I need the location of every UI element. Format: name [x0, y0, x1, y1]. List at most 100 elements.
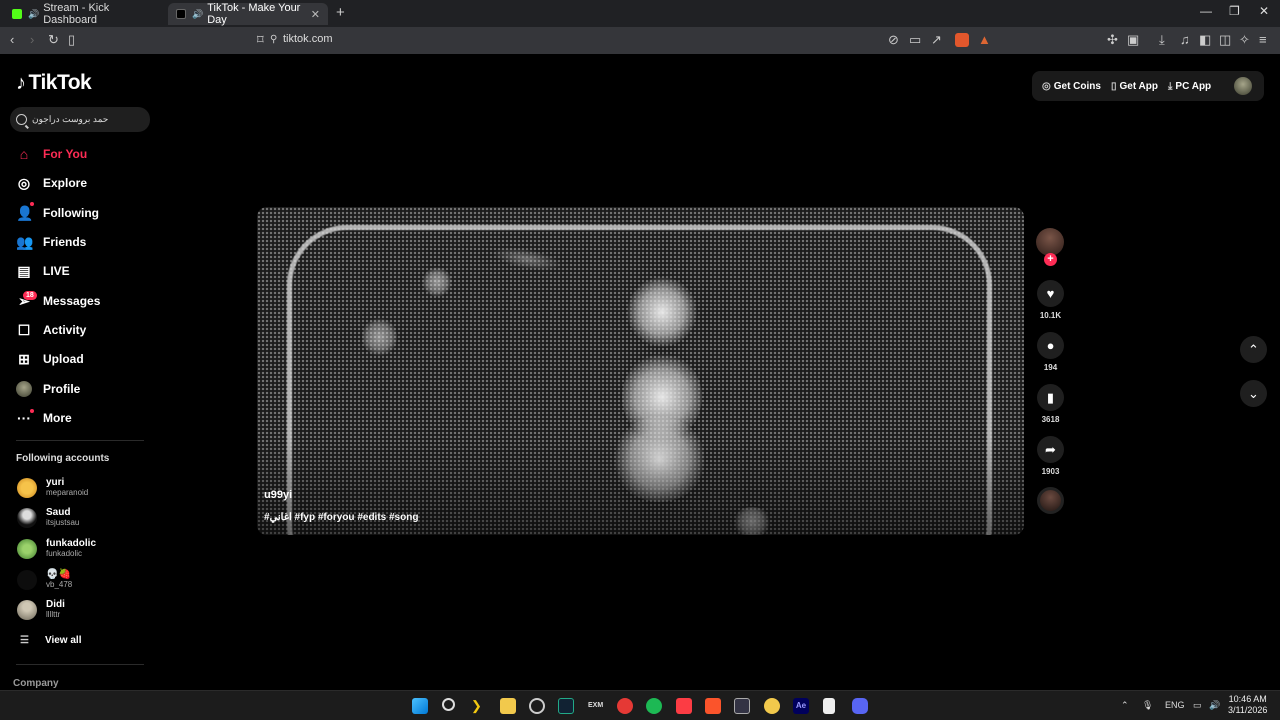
get-app-button[interactable]: ▯ Get App: [1111, 81, 1158, 92]
pc-app-button[interactable]: ⤓ PC App: [1168, 81, 1211, 92]
cast-icon[interactable]: ▭: [909, 32, 921, 48]
chrome-icon[interactable]: [529, 698, 545, 714]
sidebar-item-upload[interactable]: ⊞ Upload: [16, 350, 84, 368]
music-disc-icon[interactable]: [1037, 487, 1064, 514]
logo-text: TikTok: [28, 71, 92, 94]
save-button[interactable]: ▮ 3618: [1037, 384, 1064, 424]
sidebar-item-friends[interactable]: 👥 Friends: [16, 233, 86, 251]
back-icon[interactable]: ‹: [10, 32, 14, 48]
tab-tiktok[interactable]: 🔊 TikTok - Make Your Day ✕: [168, 2, 328, 26]
following-account-saud[interactable]: Saud itsjustsau: [17, 507, 79, 528]
address-bar[interactable]: tiktok.com: [283, 33, 333, 45]
tab-kick-dashboard[interactable]: 🔊 Stream - Kick Dashboard: [4, 2, 166, 26]
upload-icon: ⊞: [18, 350, 30, 367]
document-icon[interactable]: [823, 698, 835, 714]
exm-icon[interactable]: EXM: [588, 698, 604, 714]
sidebar-item-explore[interactable]: ◎ Explore: [16, 174, 87, 192]
brave-icon[interactable]: [705, 698, 721, 714]
following-account-funkadolic[interactable]: funkadolic funkadolic: [17, 538, 96, 559]
search-text: حمد بروست دراجون: [32, 114, 109, 124]
new-tab-icon[interactable]: +: [336, 4, 345, 21]
follow-plus-icon[interactable]: +: [1044, 253, 1057, 266]
volume-icon[interactable]: 🔊: [1209, 700, 1220, 711]
search-icon[interactable]: [442, 698, 455, 711]
sidebar-item-following[interactable]: 👤 Following: [16, 204, 99, 222]
brave-shield-icon[interactable]: [955, 33, 969, 47]
view-all-link[interactable]: ☰ View all: [20, 635, 81, 646]
sidebar-icon[interactable]: ◧: [1199, 32, 1211, 48]
arrow-app-icon[interactable]: ❯: [471, 698, 487, 714]
avatar: [17, 569, 37, 590]
tab-search-icon[interactable]: ▣: [1127, 32, 1139, 48]
discord-icon[interactable]: [852, 698, 868, 714]
spotify-icon[interactable]: [646, 698, 662, 714]
reload-icon[interactable]: ↻: [48, 32, 59, 48]
get-coins-button[interactable]: ◎ Get Coins: [1042, 81, 1101, 92]
next-video-button[interactable]: ⌄: [1240, 380, 1267, 407]
sidebar-item-live[interactable]: ▤ LIVE: [16, 262, 69, 280]
menu-icon[interactable]: ≡: [1259, 32, 1267, 48]
forward-icon[interactable]: ›: [30, 32, 34, 48]
network-icon[interactable]: ▭: [1193, 700, 1202, 711]
chevron-up-icon[interactable]: ⌃: [1121, 700, 1129, 711]
apple-music-icon[interactable]: [676, 698, 692, 714]
emoji-app-icon[interactable]: [764, 698, 780, 714]
video-author[interactable]: u99yi: [264, 489, 292, 501]
following-account-yuri[interactable]: yuri meparanoid: [17, 477, 88, 498]
user-avatar[interactable]: [1234, 77, 1252, 95]
extensions-icon[interactable]: ✣: [1107, 32, 1118, 48]
friends-icon: 👥: [16, 233, 34, 250]
language-indicator[interactable]: ENG: [1165, 700, 1185, 710]
minimize-icon[interactable]: —: [1200, 4, 1212, 18]
sidebar-divider: [16, 664, 144, 665]
window-app-icon[interactable]: [734, 698, 750, 714]
following-account-vb478[interactable]: 💀🍓 vb_478: [17, 569, 72, 590]
sidebar-item-profile[interactable]: Profile: [16, 380, 80, 398]
sidebar-toggle-icon[interactable]: ▯: [68, 32, 75, 48]
search-input[interactable]: حمد بروست دراجون: [10, 107, 150, 132]
tiktok-logo[interactable]: ♪ TikTok: [16, 71, 92, 95]
media-player-icon[interactable]: [617, 698, 633, 714]
after-effects-icon[interactable]: Ae: [793, 698, 809, 714]
following-account-didi[interactable]: Didi llllttr: [17, 599, 65, 620]
media-icon[interactable]: ♫: [1180, 32, 1190, 48]
save-count: 3618: [1041, 415, 1060, 424]
tiktok-note-icon: ♪: [16, 71, 26, 94]
comment-button[interactable]: ● 194: [1037, 332, 1064, 372]
previous-video-button[interactable]: ⌃: [1240, 336, 1267, 363]
microphone-icon[interactable]: 🎙: [1142, 700, 1153, 711]
video-caption[interactable]: #اغاني #fyp #foryou #edits #song: [264, 512, 418, 523]
leo-ai-icon[interactable]: ✧: [1239, 32, 1250, 48]
home-icon: ⌂: [19, 146, 29, 162]
phone-icon: ▯: [1110, 80, 1117, 92]
rewards-icon[interactable]: ▲: [978, 32, 991, 48]
bookmark-icon: ▮: [1037, 384, 1064, 411]
creator-avatar[interactable]: [1036, 228, 1064, 256]
close-window-icon[interactable]: ✕: [1259, 4, 1269, 18]
search-icon: [16, 114, 27, 125]
xbox-icon[interactable]: [558, 698, 574, 714]
video-player[interactable]: [257, 207, 1024, 535]
windows-start-icon[interactable]: [412, 698, 428, 714]
heart-icon: ♥: [1037, 280, 1064, 307]
share-icon[interactable]: ↗: [931, 32, 942, 48]
close-tab-icon[interactable]: ✕: [311, 8, 320, 21]
download-icon[interactable]: ⤓: [1159, 32, 1165, 48]
windows-taskbar: ❯ EXM Ae ⌃ 🎙 ENG ▭ 🔊 10:46 AM 3/11/2026: [0, 690, 1280, 720]
sidebar-item-activity[interactable]: ☐ Activity: [16, 321, 87, 339]
restore-icon[interactable]: ❐: [1229, 4, 1240, 18]
like-button[interactable]: ♥ 10.1K: [1037, 280, 1064, 320]
site-info-icon[interactable]: ⚲: [270, 32, 277, 48]
shields-off-icon[interactable]: ⊘: [888, 32, 899, 48]
sidebar-item-more[interactable]: ··· More: [16, 409, 72, 427]
company-link[interactable]: Company: [13, 678, 59, 689]
comment-icon: ●: [1037, 332, 1064, 359]
wallet-icon[interactable]: ◫: [1219, 32, 1231, 48]
chevron-up-icon: ⌃: [1248, 341, 1259, 357]
clock[interactable]: 10:46 AM 3/11/2026: [1228, 694, 1267, 716]
sidebar-item-for-you[interactable]: ⌂ For You: [16, 145, 87, 163]
bookmark-icon[interactable]: ⌑: [257, 32, 264, 48]
share-icon: ➦: [1037, 436, 1064, 463]
share-button[interactable]: ➦ 1903: [1037, 436, 1064, 476]
file-explorer-icon[interactable]: [500, 698, 516, 714]
